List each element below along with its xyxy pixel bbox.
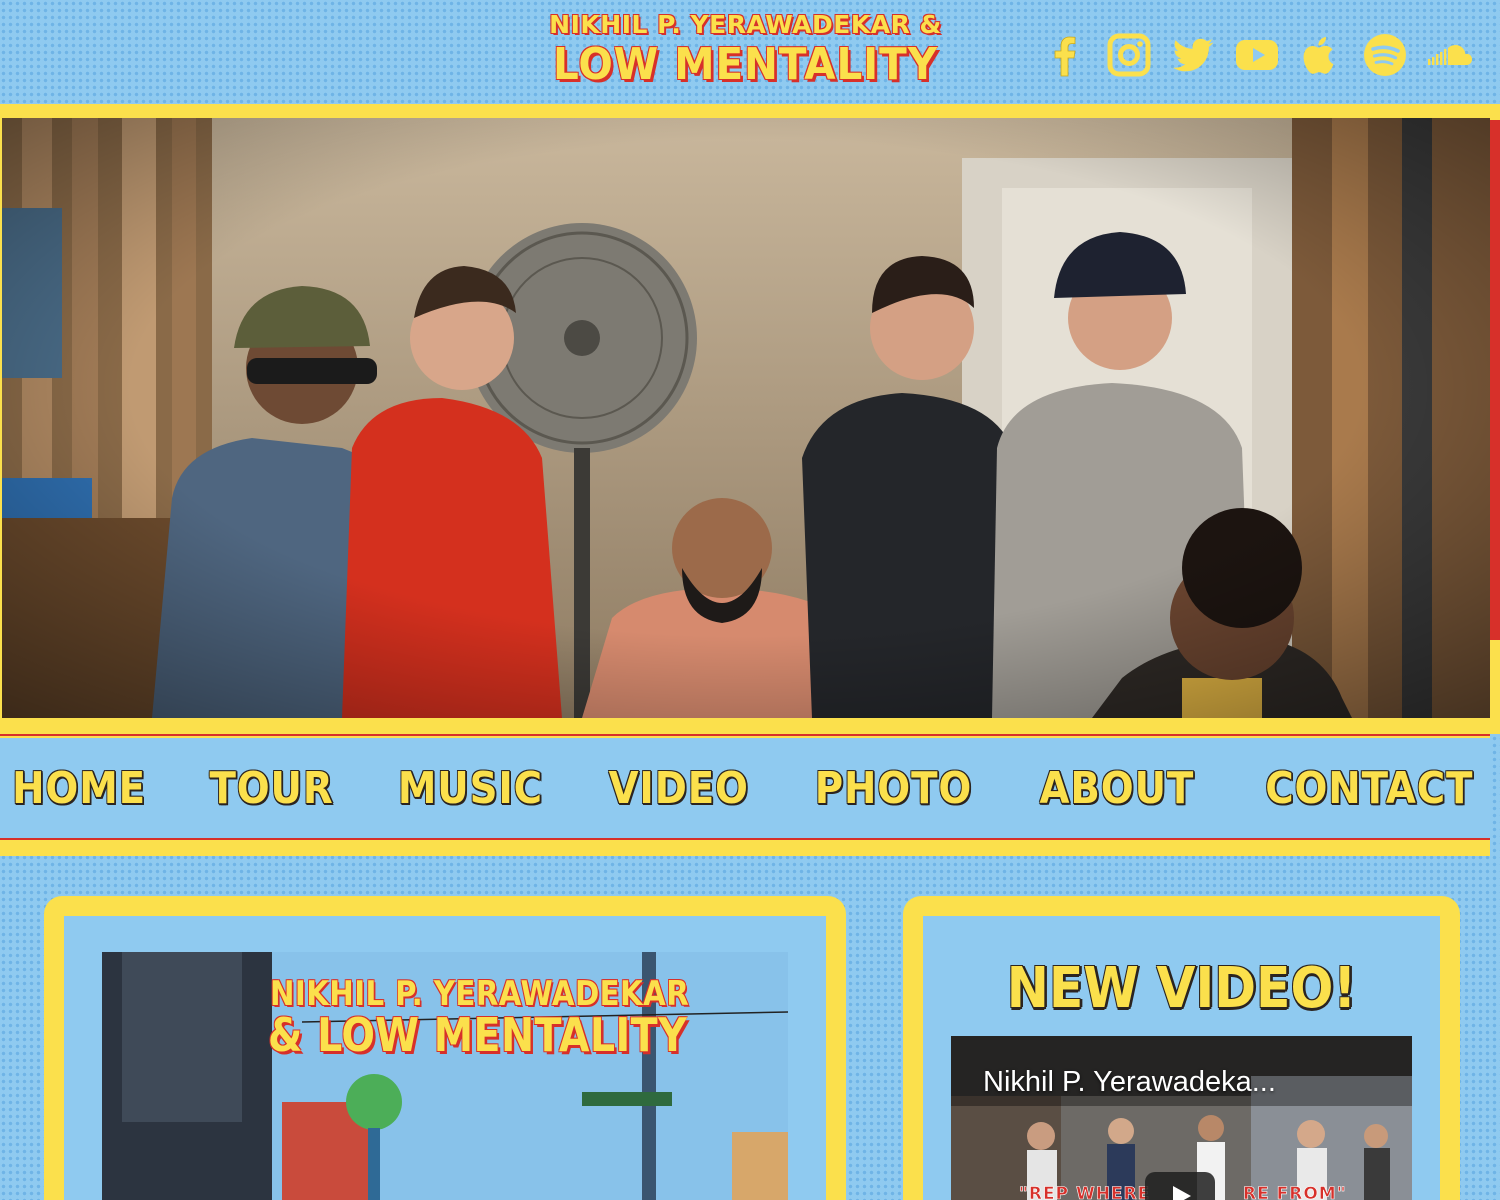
main-nav: HOME TOUR MUSIC VIDEO PHOTO ABOUT CONTAC…	[0, 738, 1490, 840]
soundcloud-icon[interactable]	[1424, 30, 1474, 80]
main-nav-wrapper: HOME TOUR MUSIC VIDEO PHOTO ABOUT CONTAC…	[0, 734, 1490, 856]
facebook-icon[interactable]	[1040, 30, 1090, 80]
new-video-heading: NEW VIDEO!	[1006, 956, 1357, 1021]
band-photo	[2, 118, 1490, 718]
site-header: NIKHIL P. YERAWADEKAR & LOW MENTALITY	[0, 0, 1500, 104]
nav-video[interactable]: VIDEO	[608, 763, 748, 814]
nav-about[interactable]: ABOUT	[1040, 763, 1195, 814]
logo-line-2: LOW MENTALITY	[553, 39, 938, 90]
nav-contact[interactable]: CONTACT	[1265, 763, 1473, 814]
spotify-icon[interactable]	[1360, 30, 1410, 80]
instagram-icon[interactable]	[1104, 30, 1154, 80]
nav-home[interactable]: HOME	[12, 763, 146, 814]
twitter-icon[interactable]	[1168, 30, 1218, 80]
play-button[interactable]	[1145, 1172, 1215, 1200]
album-cover[interactable]: NIKHIL P. YERAWADEKAR & LOW MENTALITY	[102, 952, 788, 1200]
nav-photo[interactable]: PHOTO	[815, 763, 972, 814]
nav-tour[interactable]: TOUR	[209, 763, 333, 814]
album-card: NIKHIL P. YERAWADEKAR & LOW MENTALITY	[44, 896, 846, 1200]
logo-line-1: NIKHIL P. YERAWADEKAR &	[549, 10, 942, 39]
social-links	[1040, 28, 1474, 82]
hero-frame	[0, 104, 1500, 734]
hero-accent-bar	[1490, 120, 1500, 640]
youtube-icon[interactable]	[1232, 30, 1282, 80]
video-caption-right: RE FROM"	[1243, 1184, 1347, 1200]
apple-music-icon[interactable]	[1296, 30, 1346, 80]
video-caption-left: "REP WHERE	[1019, 1184, 1151, 1200]
video-card: NEW VIDEO! Nikhil P. Yerawadeka... "REP …	[903, 896, 1460, 1200]
album-title-line-2: & LOW MENTALITY	[268, 1008, 688, 1062]
video-player[interactable]: Nikhil P. Yerawadeka... "REP WHERE RE FR…	[951, 1036, 1412, 1200]
site-logo[interactable]: NIKHIL P. YERAWADEKAR & LOW MENTALITY	[533, 10, 958, 90]
video-title: Nikhil P. Yerawadeka...	[983, 1066, 1276, 1098]
nav-music[interactable]: MUSIC	[398, 763, 543, 814]
